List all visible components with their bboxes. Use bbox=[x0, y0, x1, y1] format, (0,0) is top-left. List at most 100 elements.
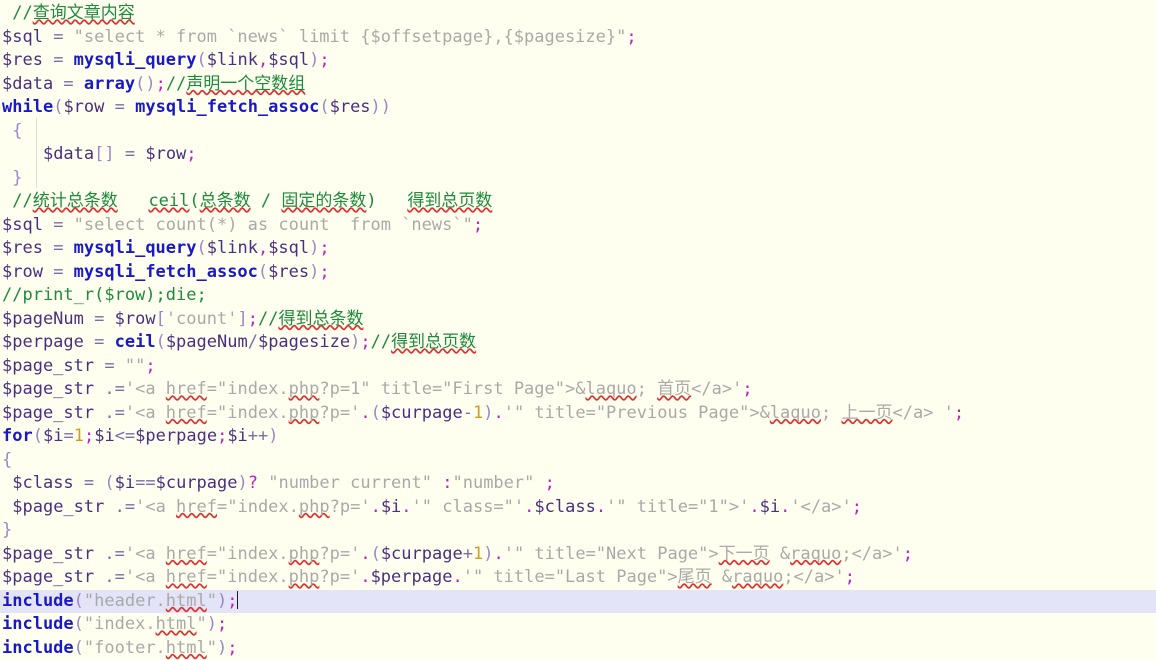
code-line[interactable]: $page_str .='<a href="index.php?p='.$per… bbox=[0, 566, 1156, 590]
code-line[interactable]: for($i=1;$i<=$perpage;$i++) bbox=[0, 425, 1156, 449]
operator-token: .= bbox=[94, 403, 125, 423]
operator-token: = bbox=[43, 215, 74, 235]
string-token: "number" bbox=[452, 473, 534, 493]
function-token: mysqli_fetch_assoc bbox=[135, 97, 319, 117]
variable-token: $pageNum bbox=[166, 332, 248, 352]
code-line[interactable]: } bbox=[0, 167, 1156, 191]
code-line[interactable]: $pageNum = $row['count'];//得到总条数 bbox=[0, 308, 1156, 332]
code-line[interactable]: //统计总条数 ceil(总条数 / 固定的条数) 得到总页数 bbox=[0, 190, 1156, 214]
punctuation-token: , bbox=[258, 238, 268, 258]
code-line[interactable]: $page_str .='<a href="index.php?p='.($cu… bbox=[0, 402, 1156, 426]
brace-token: } bbox=[2, 168, 22, 188]
variable-token: $sql bbox=[2, 215, 43, 235]
variable-token: $link bbox=[207, 50, 258, 70]
number-token: 1 bbox=[74, 426, 84, 446]
paren-token: ( bbox=[104, 473, 114, 493]
operator-token: + bbox=[463, 544, 473, 564]
code-line[interactable]: $page_str .='<a href="index.php?p=1" tit… bbox=[0, 378, 1156, 402]
code-line[interactable]: $res = mysqli_query($link,$sql); bbox=[0, 49, 1156, 73]
punctuation-token: ; bbox=[217, 426, 227, 446]
variable-token: $res bbox=[268, 262, 309, 282]
variable-token: $page_str bbox=[2, 567, 94, 587]
paren-token: ( bbox=[74, 638, 84, 658]
code-line[interactable]: $page_str = ""; bbox=[0, 355, 1156, 379]
code-line[interactable]: { bbox=[0, 120, 1156, 144]
variable-token: $page_str bbox=[2, 403, 94, 423]
keyword-token: while bbox=[2, 97, 53, 117]
code-line[interactable]: } bbox=[0, 519, 1156, 543]
paren-token: ) bbox=[483, 544, 493, 564]
punctuation-token: . bbox=[360, 567, 370, 587]
variable-token: $pageNum bbox=[2, 309, 84, 329]
variable-token: $perpage bbox=[371, 567, 453, 587]
punctuation-token: ; bbox=[473, 215, 483, 235]
paren-token: ( bbox=[33, 426, 43, 446]
string-token: '<a href="index.php?p=' bbox=[125, 567, 360, 587]
string-token: '" title="Previous Page">&laquo; 上一页</a>… bbox=[504, 403, 954, 423]
punctuation-token: . bbox=[596, 497, 606, 517]
paren-token: () bbox=[135, 74, 155, 94]
code-line[interactable]: $res = mysqli_query($link,$sql); bbox=[0, 237, 1156, 261]
code-line[interactable]: $class = ($i==$curpage)? "number current… bbox=[0, 472, 1156, 496]
indent bbox=[2, 473, 12, 493]
punctuation-token: ; bbox=[156, 74, 166, 94]
variable-token: $row bbox=[2, 262, 43, 282]
variable-token: $i bbox=[94, 426, 114, 446]
variable-token: $perpage bbox=[2, 332, 84, 352]
keyword-token: include bbox=[2, 591, 74, 611]
code-line[interactable]: $data = array();//声明一个空数组 bbox=[0, 73, 1156, 97]
paren-token: ) bbox=[350, 332, 360, 352]
code-line[interactable]: { bbox=[0, 449, 1156, 473]
paren-token: ( bbox=[319, 97, 329, 117]
variable-token: $i bbox=[760, 497, 780, 517]
code-line[interactable]: //查询文章内容 bbox=[0, 2, 1156, 26]
operator-token: = bbox=[115, 144, 146, 164]
string-token: "header.html" bbox=[84, 591, 217, 611]
code-line[interactable]: //print_r($row);die; bbox=[0, 284, 1156, 308]
punctuation-token: ; bbox=[227, 638, 237, 658]
operator-token: = bbox=[43, 27, 74, 47]
code-line[interactable]: $sql = "select * from `news` limit {$off… bbox=[0, 26, 1156, 50]
operator-token: / bbox=[248, 332, 258, 352]
punctuation-token: . bbox=[360, 403, 370, 423]
function-token: mysqli_query bbox=[74, 238, 197, 258]
code-line[interactable]: include("index.html"); bbox=[0, 613, 1156, 637]
code-line[interactable]: while($row = mysqli_fetch_assoc($res)) bbox=[0, 96, 1156, 120]
function-token: mysqli_query bbox=[74, 50, 197, 70]
string-token: '<a href="index.php?p=' bbox=[135, 497, 370, 517]
variable-token: $res bbox=[330, 97, 371, 117]
string-token: 'count' bbox=[166, 309, 238, 329]
variable-token: $i bbox=[115, 473, 135, 493]
keyword-token: include bbox=[2, 614, 74, 634]
paren-token: ( bbox=[258, 262, 268, 282]
operator-token: .= bbox=[104, 497, 135, 517]
code-line[interactable]: $page_str .='<a href="index.php?p='.$i.'… bbox=[0, 496, 1156, 520]
comment-token: //声明一个空数组 bbox=[166, 74, 305, 94]
operator-token: = bbox=[43, 238, 74, 258]
variable-token: $i bbox=[227, 426, 247, 446]
operator-token: = bbox=[43, 262, 74, 282]
code-line[interactable]: $perpage = ceil($pageNum/$pagesize);//得到… bbox=[0, 331, 1156, 355]
variable-token: $data bbox=[43, 144, 94, 164]
code-line[interactable]: include("footer.html"); bbox=[0, 637, 1156, 660]
string-token: '" class="' bbox=[412, 497, 525, 517]
operator-token: .= bbox=[94, 379, 125, 399]
code-line[interactable]: $sql = "select count(*) as count from `n… bbox=[0, 214, 1156, 238]
variable-token: $sql bbox=[268, 238, 309, 258]
brace-token: { bbox=[2, 450, 12, 470]
code-line[interactable]: $row = mysqli_fetch_assoc($res); bbox=[0, 261, 1156, 285]
variable-token: $curpage bbox=[381, 544, 463, 564]
variable-token: $row bbox=[145, 144, 186, 164]
variable-token: $sql bbox=[268, 50, 309, 70]
operator-token: = bbox=[53, 74, 84, 94]
brace-token: { bbox=[2, 121, 22, 141]
code-line[interactable]: $page_str .='<a href="index.php?p='.($cu… bbox=[0, 543, 1156, 567]
string-token: "select * from `news` limit {$offsetpage… bbox=[74, 27, 627, 47]
code-editor[interactable]: //查询文章内容 $sql = "select * from `news` li… bbox=[0, 0, 1156, 647]
variable-token: $class bbox=[534, 497, 595, 517]
code-line-active[interactable]: include("header.html"); bbox=[0, 590, 1156, 614]
paren-token: ) bbox=[217, 638, 227, 658]
code-line[interactable]: $data[] = $row; bbox=[0, 143, 1156, 167]
operator-token: - bbox=[463, 403, 473, 423]
string-token: '" title="1">' bbox=[606, 497, 749, 517]
